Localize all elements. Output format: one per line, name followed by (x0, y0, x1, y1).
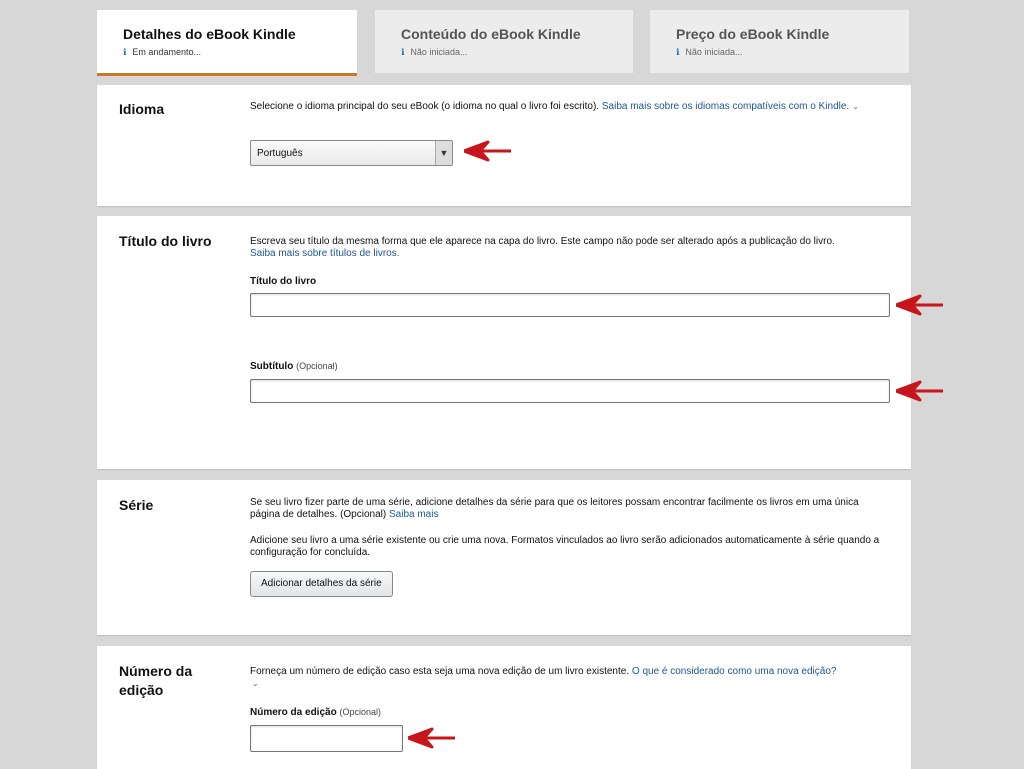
language-section-title: Idioma (119, 101, 165, 117)
edition-section-title: Número da edição (119, 663, 193, 698)
book-title-description-text: Escreva seu título da mesma forma que el… (250, 236, 835, 247)
tab-pricing[interactable]: Preço do eBook Kindle ℹ Não iniciada... (650, 10, 909, 73)
subtitle-optional-note: (Opcional) (296, 361, 338, 371)
add-series-details-button[interactable]: Adicionar detalhes da série (250, 571, 393, 597)
tab-details[interactable]: Detalhes do eBook Kindle ℹ Em andamento..… (97, 10, 357, 76)
tab-pricing-title: Preço do eBook Kindle (676, 26, 830, 42)
title-input[interactable] (250, 293, 890, 317)
language-select[interactable]: Português ▼ (250, 140, 453, 166)
arrow-icon (896, 380, 943, 402)
tab-pricing-status-text: Não iniciada... (685, 47, 743, 57)
language-description-text: Selecione o idioma principal do seu eBoo… (250, 101, 600, 112)
chevron-down-icon[interactable]: ⌄ (852, 102, 859, 111)
edition-field-label: Número da edição (Opcional) (250, 707, 381, 718)
step-tabs: Detalhes do eBook Kindle ℹ Em andamento..… (97, 10, 909, 76)
chevron-down-icon[interactable]: ▼ (435, 141, 452, 165)
language-select-value: Português (257, 148, 303, 159)
tab-content[interactable]: Conteúdo do eBook Kindle ℹ Não iniciada..… (375, 10, 633, 73)
series-help-link[interactable]: Saiba mais (389, 509, 438, 520)
language-description: Selecione o idioma principal do seu eBoo… (250, 101, 880, 113)
tab-content-status: ℹ Não iniciada... (401, 47, 467, 58)
language-help-link[interactable]: Saiba mais sobre os idiomas compatíveis … (602, 101, 849, 112)
tab-details-status-text: Em andamento... (132, 47, 201, 57)
series-section: Série Se seu livro fizer parte de uma sé… (97, 480, 911, 635)
tab-content-status-text: Não iniciada... (410, 47, 468, 57)
arrow-icon (896, 294, 943, 316)
series-description-2: Adicione seu livro a uma série existente… (250, 535, 880, 558)
book-title-section-title: Título do livro (119, 233, 212, 249)
book-title-section: Título do livro Escreva seu título da me… (97, 216, 911, 469)
edition-help-link[interactable]: O que é considerado como uma nova edição… (632, 666, 837, 677)
tab-details-title: Detalhes do eBook Kindle (123, 26, 296, 42)
series-section-title: Série (119, 497, 154, 513)
subtitle-label-text: Subtítulo (250, 361, 294, 372)
info-icon: ℹ (676, 47, 680, 57)
chevron-down-icon[interactable]: ⌄ (252, 679, 259, 688)
edition-description-text: Forneça um número de edição caso esta se… (250, 666, 630, 677)
edition-optional-note: (Opcional) (339, 707, 381, 717)
series-description-text: Se seu livro fizer parte de uma série, a… (250, 497, 859, 520)
subtitle-field-label: Subtítulo (Opcional) (250, 361, 338, 372)
edition-label-text: Número da edição (250, 707, 337, 718)
tab-content-title: Conteúdo do eBook Kindle (401, 26, 581, 42)
book-title-description: Escreva seu título da mesma forma que el… (250, 236, 900, 260)
info-icon: ℹ (123, 47, 127, 57)
tab-details-status: ℹ Em andamento... (123, 47, 201, 58)
book-title-help-link[interactable]: Saiba mais sobre títulos de livros. (250, 248, 400, 259)
series-description: Se seu livro fizer parte de uma série, a… (250, 497, 890, 521)
info-icon: ℹ (401, 47, 405, 57)
title-field-label: Título do livro (250, 276, 317, 287)
edition-description: Forneça um número de edição caso esta se… (250, 666, 900, 690)
tab-pricing-status: ℹ Não iniciada... (676, 47, 742, 58)
edition-number-input[interactable] (250, 725, 403, 752)
subtitle-input[interactable] (250, 379, 890, 403)
edition-section: Número da edição Forneça um número de ed… (97, 646, 911, 769)
arrow-icon (464, 140, 511, 162)
arrow-icon (408, 727, 455, 749)
